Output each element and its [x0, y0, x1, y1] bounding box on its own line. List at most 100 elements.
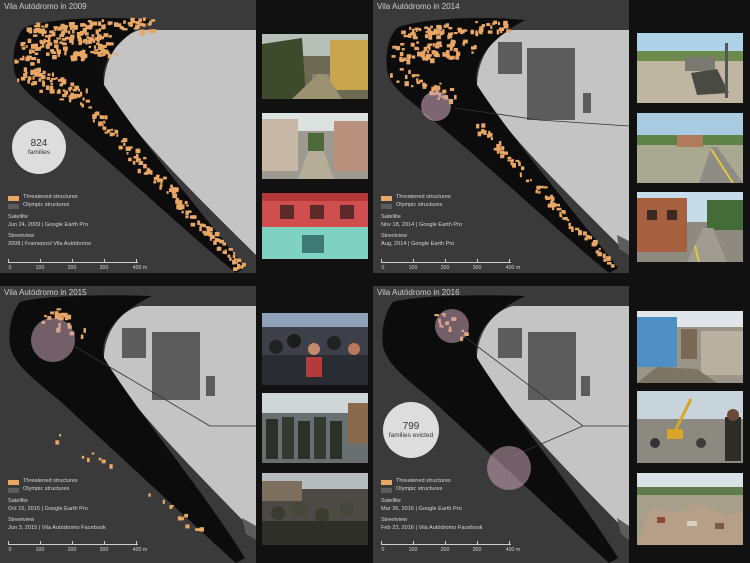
- threatened-structure: [51, 72, 54, 77]
- threatened-structure: [446, 55, 451, 59]
- threatened-structure: [179, 200, 183, 205]
- olympic-structure: [498, 42, 522, 74]
- satellite-source: Jun 24, 2009 | Google Earth Pro: [8, 221, 89, 228]
- satellite-caption: Satellite: [381, 498, 401, 504]
- threatened-structure: [39, 45, 42, 49]
- threatened-structure: [94, 49, 99, 52]
- threatened-structure: [436, 35, 441, 40]
- threatened-structure: [453, 32, 458, 35]
- threatened-structure: [38, 78, 42, 82]
- threatened-structure: [101, 459, 106, 464]
- threatened-structure: [237, 265, 240, 270]
- threatened-structure: [109, 464, 113, 469]
- legend-threatened: Threatened structures: [396, 194, 451, 201]
- scale-tick: 200: [67, 265, 77, 271]
- threatened-structure: [222, 250, 226, 254]
- threatened-structure: [486, 23, 491, 27]
- threatened-structure: [143, 156, 147, 160]
- threatened-structure: [406, 60, 411, 65]
- streetview-source: Feb 23, 2016 | Vila Autódromo Facebook: [381, 524, 483, 531]
- threatened-structure: [41, 25, 45, 28]
- threatened-structure: [132, 160, 136, 165]
- threatened-structure: [49, 85, 54, 91]
- threatened-structure: [123, 142, 126, 146]
- threatened-structure: [110, 42, 114, 46]
- threatened-structure: [408, 69, 411, 74]
- olympic-structure: [122, 328, 146, 358]
- scale-tick: 200: [440, 265, 450, 271]
- threatened-structure: [442, 52, 446, 57]
- threatened-structure: [73, 25, 78, 30]
- satellite-source: Nov 18, 2014 | Google Earth Pro: [381, 221, 463, 228]
- threatened-structure: [475, 31, 479, 37]
- threatened-structure: [411, 42, 415, 47]
- threatened-structure: [425, 34, 429, 39]
- threatened-structure: [410, 31, 416, 36]
- olympic-structure: [152, 332, 200, 400]
- threatened-structure: [480, 130, 484, 133]
- scale-tick: 400 m: [505, 265, 521, 271]
- scale-bar: 0 100 200 300 400 m: [8, 259, 147, 273]
- protest-photo-2015-3: [262, 473, 368, 545]
- threatened-swatch: [381, 195, 392, 201]
- threatened-structure: [477, 131, 482, 137]
- threatened-structure: [512, 163, 516, 168]
- threatened-structure: [428, 45, 431, 51]
- threatened-structure: [568, 222, 571, 227]
- threatened-structure: [535, 190, 539, 194]
- threatened-structure: [53, 39, 59, 44]
- threatened-structure: [27, 27, 33, 33]
- threatened-structure: [507, 159, 510, 162]
- threatened-structure: [536, 185, 541, 190]
- threatened-structure: [172, 193, 178, 199]
- threatened-structure: [446, 50, 450, 55]
- threatened-structure: [448, 33, 453, 39]
- threatened-structure: [59, 41, 63, 44]
- threatened-structure: [227, 254, 231, 258]
- threatened-structure: [425, 55, 431, 60]
- panel-title: Vila Autódromo in 2015: [4, 288, 87, 297]
- threatened-structure: [57, 53, 60, 57]
- threatened-structure: [97, 34, 102, 38]
- threatened-structure: [80, 23, 85, 27]
- threatened-swatch: [8, 195, 19, 201]
- threatened-structure: [490, 25, 493, 29]
- threatened-structure: [56, 47, 59, 51]
- threatened-structure: [108, 35, 112, 38]
- threatened-structure: [42, 40, 46, 44]
- threatened-structure: [47, 42, 53, 46]
- threatened-structure: [82, 97, 85, 101]
- threatened-structure: [50, 82, 53, 86]
- legend-olympic: Olympic structures: [23, 486, 70, 493]
- threatened-structure: [61, 30, 66, 35]
- panel-title: Vila Autódromo in 2016: [377, 288, 460, 297]
- threatened-structure: [430, 58, 435, 64]
- threatened-structure: [139, 22, 144, 27]
- threatened-structure: [82, 27, 87, 32]
- threatened-structure: [64, 25, 68, 29]
- threatened-structure: [567, 219, 570, 222]
- satellite-caption: Satellite: [8, 214, 28, 220]
- streetview-caption: Streetview: [381, 233, 408, 240]
- scale-tick: 300: [99, 547, 109, 553]
- threatened-structure: [409, 26, 412, 30]
- threatened-structure: [589, 235, 593, 240]
- threatened-structure: [556, 207, 562, 211]
- threatened-structure: [206, 228, 211, 234]
- threatened-structure: [169, 505, 173, 509]
- scale-tick: 0: [381, 547, 385, 553]
- threatened-structure: [434, 314, 439, 317]
- threatened-structure: [416, 81, 420, 85]
- threatened-structure: [53, 26, 58, 30]
- threatened-structure: [401, 48, 405, 51]
- threatened-structure: [32, 76, 35, 80]
- threatened-structure: [98, 28, 101, 32]
- threatened-structure: [568, 226, 574, 230]
- threatened-structure: [602, 253, 606, 259]
- threatened-structure: [42, 70, 46, 74]
- olympic-structure: [583, 93, 591, 113]
- threatened-structure: [27, 79, 30, 84]
- scale-tick: 100: [408, 265, 418, 271]
- threatened-structure: [471, 46, 476, 50]
- threatened-structure: [91, 452, 95, 455]
